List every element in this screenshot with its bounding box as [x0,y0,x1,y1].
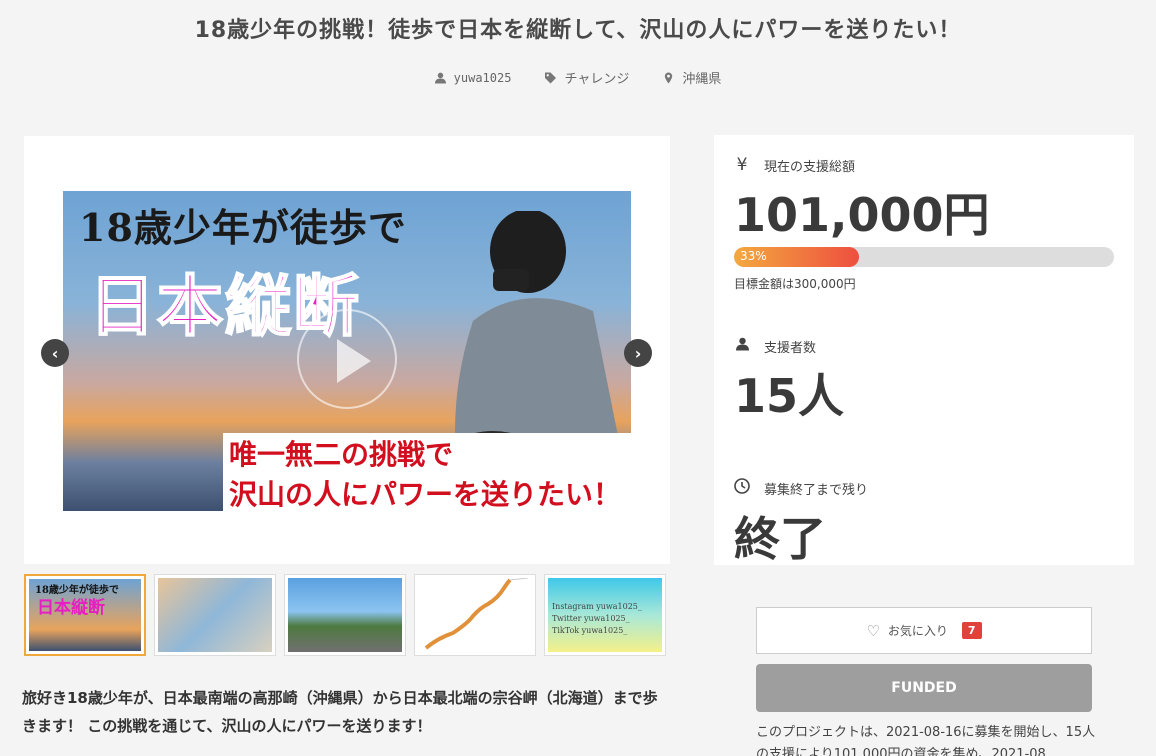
supporters-value: 15人 [734,369,845,423]
supporters-label: 支援者数 [764,340,817,356]
thumb5-line2: Twitter yuwa1025_ [552,614,630,623]
user-icon [434,72,446,83]
project-summary: このプロジェクトは、2021-08-16に募集を開始し、15人の支援により101… [756,725,1096,756]
category-label: チャレンジ [564,72,630,87]
thumbnail-strip: 18歳少年が徒歩で 日本縦断 Instagram yuwa1025_ Twitt… [24,574,666,656]
thumbnail-5[interactable]: Instagram yuwa1025_ Twitter yuwa1025_ Ti… [544,574,666,656]
thumbnail-3[interactable] [284,574,406,656]
supporters-label-row: 支援者数 [734,336,1114,356]
total-label: 現在の支援総額 [764,159,856,175]
progress-bar: 33% [734,247,1114,267]
media-carousel: 18歳少年が徒歩で 日本縦断 唯一無二の挑戦で 沢山の人にパワーを送りたい！ ‹… [24,136,670,564]
favorite-count-badge: 7 [961,622,982,639]
thumbnail-1[interactable]: 18歳少年が徒歩で 日本縦断 [24,574,146,656]
hero-line3: 唯一無二の挑戦で [229,438,454,471]
thumb5-line3: TikTok yuwa1025_ [552,626,628,635]
remaining-label-row: 募集終了まで残り [734,478,1114,499]
thumb1-line2: 日本縦断 [37,598,105,618]
total-value: 101,000円 [734,188,990,242]
remaining-value: 終了 [734,512,826,566]
favorite-button[interactable]: ♡ お気に入り 7 [756,607,1092,654]
heart-icon: ♡ [866,621,880,640]
route-map-image [424,578,529,650]
clock-icon [734,478,750,499]
total-label-row: ¥ 現在の支援総額 [734,155,1114,175]
page-title: 18歳少年の挑戦！徒歩で日本を縦断して、沢山の人にパワーを送りたい！ [194,18,962,43]
project-description: 旅好き18歳少年が、日本最南端の高那崎（沖縄県）から日本最北端の宗谷岬（北海道）… [22,689,658,735]
thumb5-line1: Instagram yuwa1025_ [552,602,642,611]
hero-line4: 沢山の人にパワーを送りたい！ [229,478,622,511]
play-video-icon[interactable] [297,309,397,409]
carousel-next-button[interactable]: › [624,339,652,367]
favorite-label: お気に入り [887,624,948,638]
hero-image[interactable]: 18歳少年が徒歩で 日本縦断 唯一無二の挑戦で 沢山の人にパワーを送りたい！ [63,191,631,511]
goal-text: 目標金額は300,000円 [734,277,856,291]
remaining-label: 募集終了まで残り [764,483,869,498]
thumbnail-2[interactable] [154,574,276,656]
thumbnail-4[interactable] [414,574,536,656]
location-label: 沖縄県 [682,72,722,87]
stats-panel: ¥ 現在の支援総額 101,000円 33% 目標金額は300,000円 支援者… [714,135,1134,566]
yen-icon: ¥ [736,155,748,175]
progress-text: 33% [740,249,767,263]
owner-name: yuwa1025 [453,70,512,85]
tag-icon [545,72,557,83]
owner-link[interactable]: yuwa1025 [434,68,512,87]
location-link[interactable]: 沖縄県 [663,68,721,87]
map-pin-icon [665,72,673,83]
category-link[interactable]: チャレンジ [545,68,629,87]
chevron-right-icon: › [634,343,642,363]
user-icon [734,336,750,356]
chevron-left-icon: ‹ [51,343,59,363]
project-meta: yuwa1025 チャレンジ 沖縄県 [0,68,1156,87]
funded-button[interactable]: FUNDED [756,664,1092,712]
carousel-prev-button[interactable]: ‹ [41,339,69,367]
hero-line1: 18歳少年が徒歩で [79,205,407,250]
